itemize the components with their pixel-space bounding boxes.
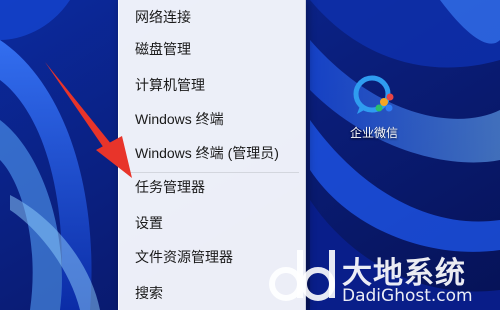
menu-item-windows-terminal-admin[interactable]: Windows 终端 (管理员): [119, 136, 305, 170]
desktop-shortcut-label: 企业微信: [349, 126, 398, 140]
wecom-icon: [353, 75, 394, 114]
watermark-logo: [269, 250, 335, 301]
watermark-url: DadiGhost.com: [342, 286, 473, 306]
menu-item-windows-terminal[interactable]: Windows 终端: [119, 102, 305, 136]
menu-item-network-connections[interactable]: 网络连接: [119, 0, 305, 34]
menu-item-task-manager[interactable]: 任务管理器: [119, 170, 305, 204]
menu-item-disk-management[interactable]: 磁盘管理: [119, 32, 305, 66]
desktop-shortcut-wecom[interactable]: 企业微信: [338, 72, 410, 150]
menu-item-computer-management[interactable]: 计算机管理: [119, 68, 305, 102]
site-watermark: 大地系统 DadiGhost.com: [266, 246, 498, 308]
menu-item-settings[interactable]: 设置: [119, 206, 305, 240]
